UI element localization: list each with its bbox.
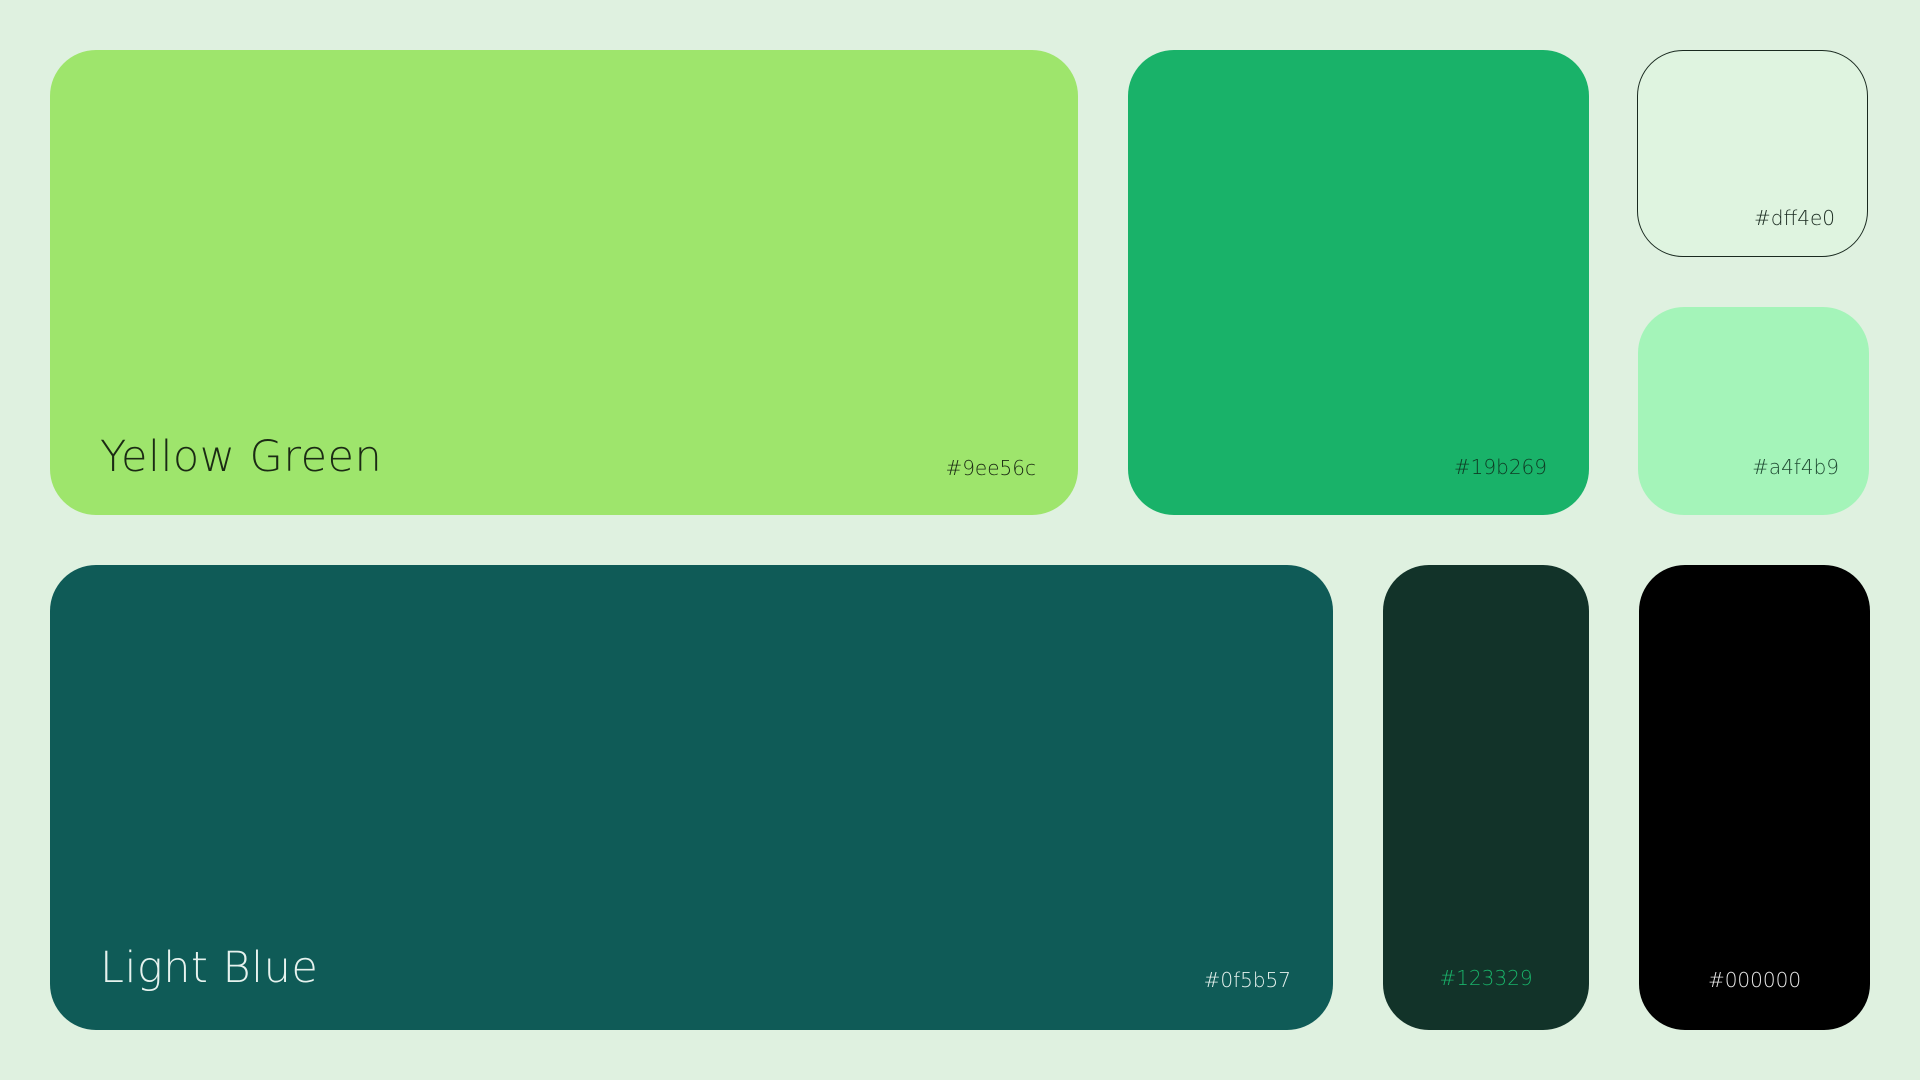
swatch-mint-white: #dff4e0 bbox=[1637, 50, 1868, 257]
swatch-hex-code: #9ee56c bbox=[945, 456, 1036, 480]
swatch-hex-code: #19b269 bbox=[1453, 455, 1547, 479]
swatch-green: #19b269 bbox=[1128, 50, 1589, 515]
swatch-name: Yellow Green bbox=[100, 432, 383, 482]
swatch-name: Light Blue bbox=[100, 943, 319, 993]
swatch-mint: #a4f4b9 bbox=[1638, 307, 1869, 515]
swatch-light-blue: Light Blue #0f5b57 bbox=[50, 565, 1333, 1030]
swatch-black: #000000 bbox=[1639, 565, 1870, 1030]
swatch-dark-green: #123329 bbox=[1383, 565, 1589, 1030]
swatch-hex-code: #000000 bbox=[1707, 968, 1802, 992]
swatch-hex-code: #a4f4b9 bbox=[1752, 455, 1839, 479]
swatch-hex-code: #dff4e0 bbox=[1754, 206, 1835, 230]
swatch-hex-code: #123329 bbox=[1439, 966, 1533, 990]
swatch-hex-code: #0f5b57 bbox=[1203, 968, 1291, 992]
palette-canvas: Yellow Green #9ee56c #19b269 #dff4e0 #a4… bbox=[0, 0, 1920, 1080]
swatch-yellow-green: Yellow Green #9ee56c bbox=[50, 50, 1078, 515]
